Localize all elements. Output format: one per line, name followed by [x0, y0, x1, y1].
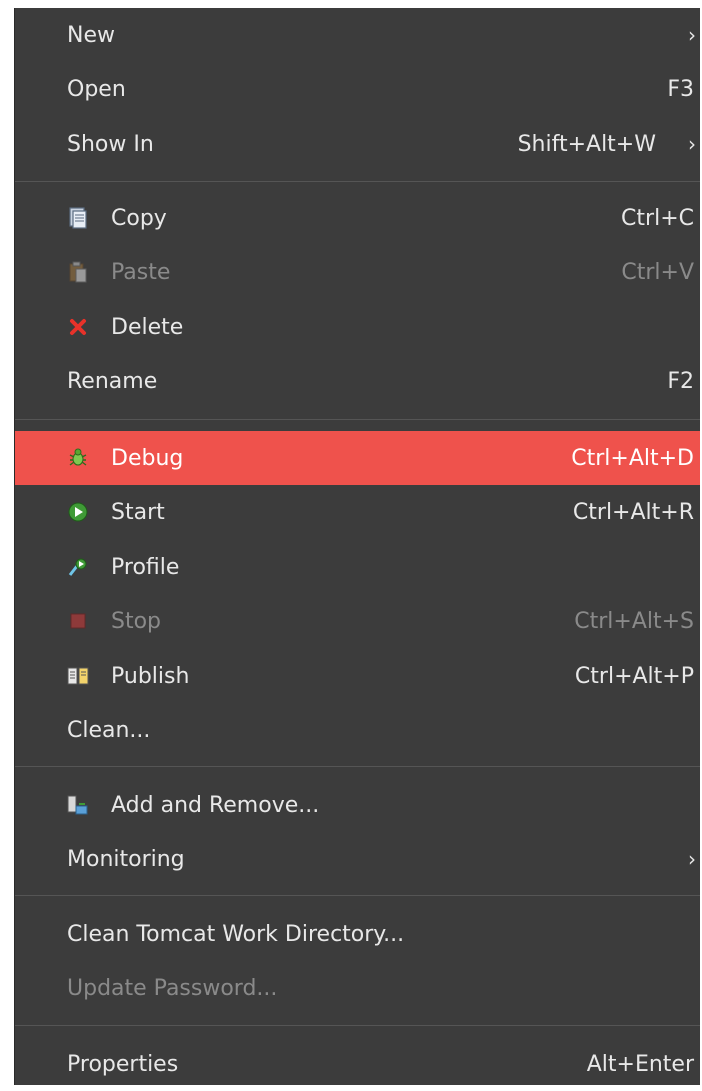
- menu-item-shortcut: Shift+Alt+W: [517, 131, 656, 157]
- menu-item-label: Stop: [111, 608, 162, 634]
- add-remove-icon: [67, 794, 89, 816]
- menu-item-delete[interactable]: Delete: [15, 300, 700, 354]
- submenu-arrow-icon: ›: [688, 132, 696, 156]
- submenu-arrow-icon: ›: [688, 847, 696, 871]
- menu-item-label: Delete: [111, 314, 184, 340]
- menu-item-label: Paste: [111, 259, 171, 285]
- debug-icon: [67, 447, 89, 469]
- menu-separator: [15, 181, 700, 182]
- menu-item-update-password: Update Password...: [15, 961, 700, 1015]
- menu-item-label: New: [67, 22, 115, 48]
- menu-item-shortcut: F2: [667, 368, 694, 394]
- menu-item-shortcut: F3: [667, 76, 694, 102]
- menu-item-label: Publish: [111, 663, 190, 689]
- menu-item-publish[interactable]: Publish Ctrl+Alt+P: [15, 649, 700, 703]
- menu-item-label: Update Password...: [67, 975, 278, 1001]
- menu-item-shortcut: Ctrl+C: [621, 205, 694, 231]
- menu-item-shortcut: Ctrl+Alt+D: [571, 445, 694, 471]
- menu-item-show-in[interactable]: Show In Shift+Alt+W ›: [15, 117, 700, 171]
- menu-item-label: Rename: [67, 368, 158, 394]
- copy-icon: [67, 207, 89, 229]
- menu-item-label: Copy: [111, 205, 167, 231]
- menu-item-copy[interactable]: Copy Ctrl+C: [15, 191, 700, 245]
- menu-item-label: Monitoring: [67, 846, 185, 872]
- menu-separator: [15, 766, 700, 767]
- menu-item-shortcut: Ctrl+Alt+P: [574, 663, 694, 689]
- menu-item-clean[interactable]: Clean...: [15, 703, 700, 757]
- menu-item-monitoring[interactable]: Monitoring ›: [15, 832, 700, 886]
- menu-item-shortcut: Alt+Enter: [586, 1051, 694, 1077]
- context-menu: New › Open F3 Show In Shift+Alt+W › Copy…: [14, 8, 700, 1085]
- menu-separator: [15, 419, 700, 420]
- menu-item-label: Clean Tomcat Work Directory...: [67, 921, 405, 947]
- menu-item-clean-tomcat-work-directory[interactable]: Clean Tomcat Work Directory...: [15, 907, 700, 961]
- publish-icon: [67, 665, 89, 687]
- menu-item-start[interactable]: Start Ctrl+Alt+R: [15, 485, 700, 539]
- menu-item-profile[interactable]: Profile: [15, 540, 700, 594]
- menu-item-label: Open: [67, 76, 126, 102]
- menu-item-label: Clean...: [67, 717, 151, 743]
- menu-item-label: Show In: [67, 131, 154, 157]
- menu-item-shortcut: Ctrl+V: [621, 259, 694, 285]
- menu-item-rename[interactable]: Rename F2: [15, 354, 700, 408]
- menu-item-shortcut: Ctrl+Alt+R: [572, 499, 694, 525]
- menu-separator: [15, 1025, 700, 1026]
- menu-separator: [15, 895, 700, 896]
- menu-item-shortcut: Ctrl+Alt+S: [574, 608, 694, 634]
- menu-item-stop: Stop Ctrl+Alt+S: [15, 594, 700, 648]
- menu-item-paste: Paste Ctrl+V: [15, 245, 700, 299]
- menu-item-label: Profile: [111, 554, 180, 580]
- submenu-arrow-icon: ›: [688, 23, 696, 47]
- profile-icon: [67, 556, 89, 578]
- start-icon: [67, 501, 89, 523]
- menu-item-label: Debug: [111, 445, 184, 471]
- menu-item-open[interactable]: Open F3: [15, 62, 700, 116]
- menu-item-add-and-remove[interactable]: Add and Remove...: [15, 778, 700, 832]
- menu-item-label: Start: [111, 499, 165, 525]
- menu-item-debug[interactable]: Debug Ctrl+Alt+D: [15, 431, 700, 485]
- menu-item-label: Properties: [67, 1051, 179, 1077]
- menu-item-new[interactable]: New ›: [15, 8, 700, 62]
- menu-item-label: Add and Remove...: [111, 792, 320, 818]
- menu-item-properties[interactable]: Properties Alt+Enter: [15, 1037, 700, 1091]
- delete-icon: [67, 316, 89, 338]
- stop-icon: [67, 610, 89, 632]
- paste-icon: [67, 261, 89, 283]
